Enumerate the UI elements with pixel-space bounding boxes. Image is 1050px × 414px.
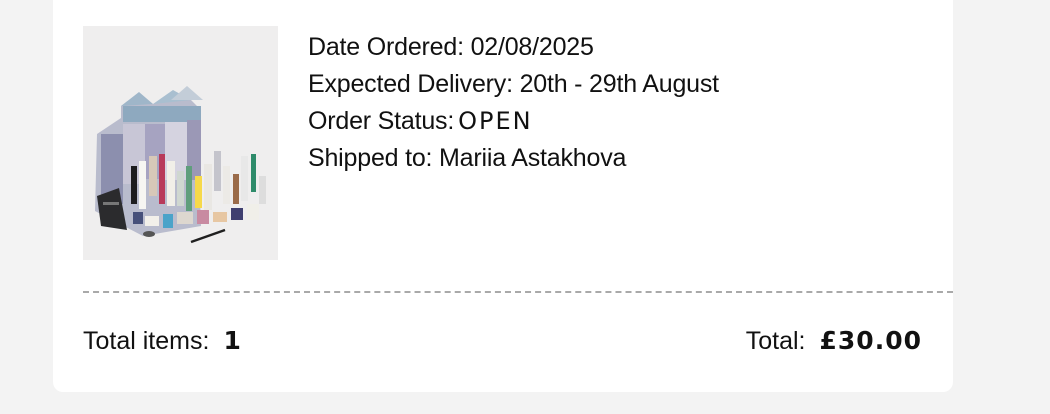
total-items-label: Total items: (83, 327, 210, 355)
expected-delivery-row: Expected Delivery: 20th - 29th August (308, 66, 719, 103)
order-status-label: Order Status: (308, 107, 455, 135)
shipped-to-value: Mariia Astakhova (439, 144, 627, 172)
total-items-value: 1 (223, 326, 241, 355)
dashed-divider (83, 291, 953, 293)
order-card: Date Ordered: 02/08/2025 Expected Delive… (53, 0, 953, 392)
order-status-row: Order Status: OPEN (308, 103, 719, 140)
date-ordered-label: Date Ordered: (308, 33, 464, 61)
expected-delivery-value: 20th - 29th August (519, 70, 720, 98)
date-ordered-row: Date Ordered: 02/08/2025 (308, 29, 719, 66)
advent-calendar-illustration (83, 26, 278, 260)
order-status-value: OPEN (458, 107, 533, 135)
product-image[interactable] (83, 26, 278, 260)
order-total-value: £30.00 (819, 326, 922, 355)
order-total-label: Total: (745, 327, 806, 355)
order-details: Date Ordered: 02/08/2025 Expected Delive… (308, 29, 719, 177)
expected-delivery-label: Expected Delivery: (308, 70, 513, 98)
date-ordered-value: 02/08/2025 (470, 33, 594, 61)
total-items: Total items: 1 (83, 326, 241, 356)
shipped-to-row: Shipped to: Mariia Astakhova (308, 140, 719, 177)
shipped-to-label: Shipped to: (308, 144, 433, 172)
order-total: Total: £30.00 (746, 326, 922, 356)
